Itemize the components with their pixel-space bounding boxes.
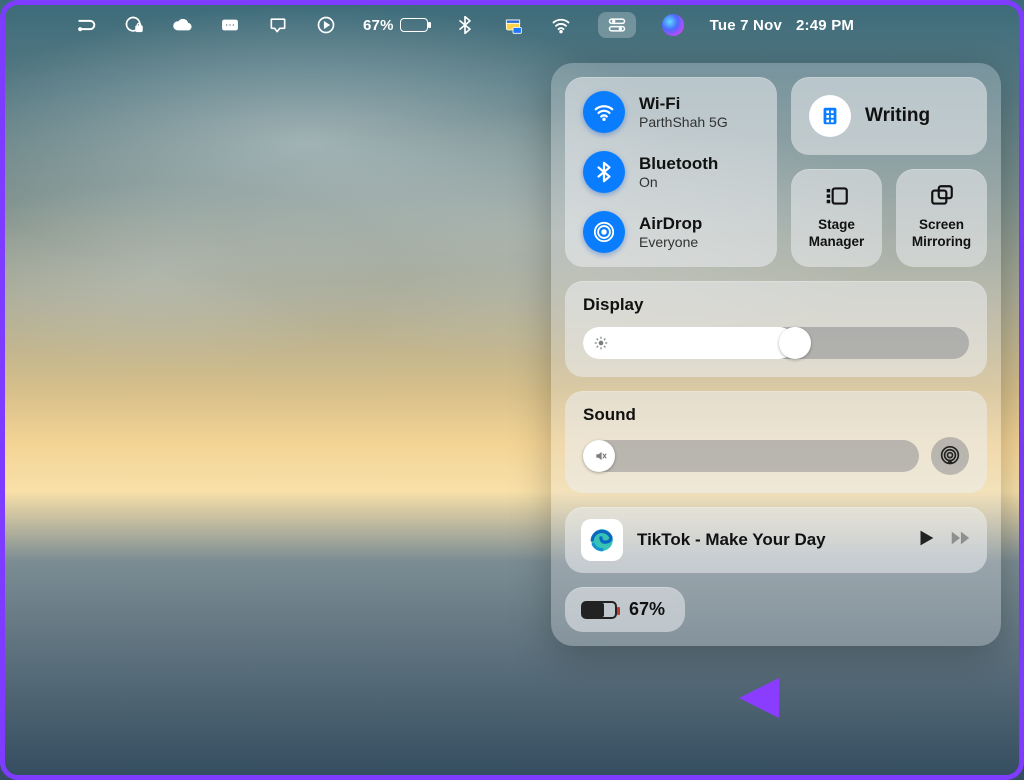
mute-icon (593, 448, 609, 464)
control-center: Wi-Fi ParthShah 5G Bluetooth On AirDro (551, 63, 1001, 646)
battery-tile[interactable]: 67% (565, 587, 685, 632)
display-slider[interactable] (583, 327, 969, 359)
screen-mirroring-tile[interactable]: Screen Mirroring (896, 169, 987, 267)
menubar-app-icon[interactable] (502, 14, 524, 36)
menubar-cast-icon[interactable] (267, 14, 289, 36)
stage-manager-icon (824, 183, 850, 209)
menubar-siri-icon[interactable] (662, 14, 684, 36)
sound-slider[interactable] (583, 440, 919, 472)
battery-tile-icon (581, 601, 617, 619)
sound-tile: Sound (565, 391, 987, 493)
menubar-location-lock-icon[interactable] (123, 14, 145, 36)
display-title: Display (583, 295, 969, 315)
battery-tile-pct: 67% (629, 599, 665, 620)
connectivity-tile: Wi-Fi ParthShah 5G Bluetooth On AirDro (565, 77, 777, 267)
wifi-icon[interactable] (583, 91, 625, 133)
bluetooth-icon[interactable] (583, 151, 625, 193)
menubar-wifi-icon[interactable] (550, 14, 572, 36)
screen-mirroring-label: Screen Mirroring (912, 217, 971, 251)
airdrop-row[interactable]: AirDrop Everyone (583, 211, 759, 253)
menubar-play-icon[interactable] (315, 14, 337, 36)
menubar-date[interactable]: Tue 7 Nov (710, 17, 782, 34)
display-slider-thumb[interactable] (779, 327, 811, 359)
brightness-icon (593, 335, 609, 351)
display-tile: Display (565, 281, 987, 377)
annotation-arrow (739, 673, 899, 723)
play-button[interactable] (915, 527, 937, 554)
airdrop-title: AirDrop (639, 214, 702, 234)
wifi-title: Wi-Fi (639, 94, 728, 114)
screen-mirroring-icon (929, 183, 955, 209)
focus-icon (809, 95, 851, 137)
now-playing-tile[interactable]: TikTok - Make Your Day (565, 507, 987, 573)
airplay-audio-button[interactable] (931, 437, 969, 475)
bluetooth-subtitle: On (639, 174, 718, 190)
menubar-bluetooth-icon[interactable] (454, 14, 476, 36)
menubar-battery-pct: 67% (363, 17, 394, 34)
menubar-time[interactable]: 2:49 PM (796, 17, 854, 34)
focus-tile[interactable]: Writing (791, 77, 987, 155)
menubar-control-center-button[interactable] (598, 12, 636, 38)
edge-icon (589, 527, 615, 553)
menubar-battery[interactable]: 67% (363, 17, 428, 34)
menubar: 67% Tue 7 Nov 2:49 PM (5, 5, 1019, 45)
focus-label: Writing (865, 105, 930, 127)
stage-manager-tile[interactable]: Stage Manager (791, 169, 882, 267)
now-playing-title: TikTok - Make Your Day (637, 530, 901, 550)
display-slider-fill (583, 327, 795, 359)
battery-icon (400, 18, 428, 32)
bluetooth-title: Bluetooth (639, 154, 718, 174)
menubar-cloud-icon[interactable] (171, 14, 193, 36)
airdrop-icon[interactable] (583, 211, 625, 253)
bluetooth-row[interactable]: Bluetooth On (583, 151, 759, 193)
wifi-row[interactable]: Wi-Fi ParthShah 5G (583, 91, 759, 133)
menubar-input-icon[interactable] (219, 14, 241, 36)
fast-forward-button[interactable] (949, 527, 971, 554)
airplay-icon (940, 446, 960, 466)
airdrop-subtitle: Everyone (639, 234, 702, 250)
sound-title: Sound (583, 405, 969, 425)
stage-manager-label: Stage Manager (809, 217, 865, 251)
now-playing-artwork (581, 519, 623, 561)
menubar-vpn-icon[interactable] (75, 14, 97, 36)
wifi-subtitle: ParthShah 5G (639, 114, 728, 130)
battery-tile-fill (583, 603, 604, 617)
